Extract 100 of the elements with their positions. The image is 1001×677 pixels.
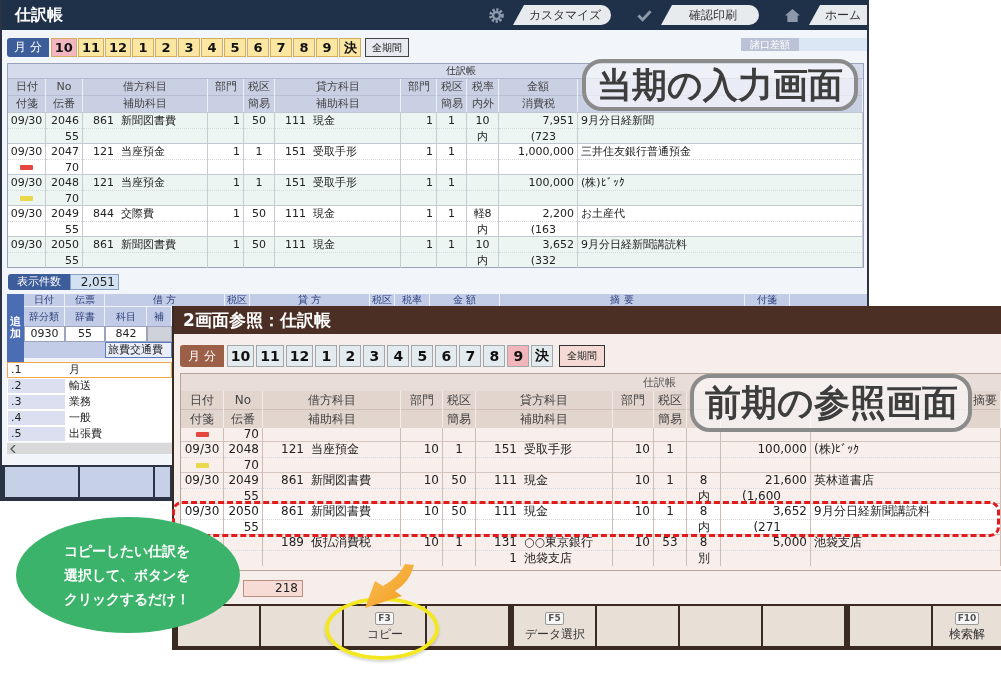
suggestion-item[interactable]: .2 輸送 — [7, 378, 172, 394]
account-name-cell: 現金 — [313, 237, 335, 252]
month-tab[interactable]: 9 — [507, 345, 530, 367]
table-row[interactable]: 09/30 2047 70 121 当座預金 1 1 151 受取手形 1 1 1,000,000 三井住友銀行普通預金 — [8, 143, 863, 174]
month-tab[interactable]: 8 — [483, 345, 506, 367]
subaccount-field[interactable]: 旅費交通費 — [105, 342, 172, 358]
account-code-cell-text: 861 — [92, 113, 114, 128]
function-key[interactable] — [5, 467, 78, 497]
month-tab[interactable]: 12 — [105, 38, 132, 57]
month-tab[interactable]: 10 — [50, 38, 77, 57]
toolbar-tab[interactable]: ホーム — [809, 5, 867, 25]
function-key[interactable] — [850, 606, 931, 646]
suggestion-item[interactable]: .3 業務 — [7, 394, 172, 410]
amount-cell: 7,951 — [542, 113, 574, 128]
month-tab[interactable]: 10 — [226, 345, 255, 367]
toolbar-tab[interactable]: カスタマイズ — [513, 5, 611, 25]
month-tab[interactable]: 4 — [387, 345, 410, 367]
suggestion-item[interactable]: .1 月 — [7, 362, 172, 378]
department-cell: 1 — [233, 113, 240, 128]
table-row[interactable]: 09/30 2046 55 861 新聞図書費 1 50 111 現金 1 1 10 内 7,951 (723 9月分日経新聞 — [8, 112, 863, 143]
month-tab[interactable]: 12 — [285, 345, 314, 367]
month-tab[interactable]: 決 — [339, 38, 362, 57]
account-name-cell: 現金 — [313, 113, 335, 128]
column-header: 消費税 — [521, 97, 555, 110]
function-key[interactable]: F5 データ選択 — [514, 606, 595, 646]
column-header: 簡易 — [248, 97, 270, 110]
all-periods-button[interactable]: 全期間 — [365, 38, 410, 57]
month-tab[interactable]: 4 — [201, 38, 224, 57]
month-tab[interactable]: 5 — [224, 38, 247, 57]
input-field[interactable]: 842 — [105, 326, 147, 342]
department-cell: 1 — [233, 175, 240, 190]
entry-column-header: 日付 — [24, 294, 65, 306]
month-tab[interactable]: 11 — [256, 345, 284, 367]
table-row[interactable]: 09/30 2048 70 121 当座預金 10 1 151 受取手形 10 1 100,000 (株)ﾋﾞｯｸ — [181, 441, 1001, 472]
month-tab[interactable]: 2 — [339, 345, 362, 367]
toolbar-tab[interactable]: 確認印刷 — [661, 5, 759, 25]
table-row[interactable]: 09/30 2048 70 121 当座預金 1 1 151 受取手形 1 1 100,000 (株)ﾋﾞｯｸ — [8, 174, 863, 205]
department-cell: 1 — [233, 206, 240, 221]
column-header: 簡易 — [440, 97, 463, 110]
slip-number-cell: 55 — [65, 253, 79, 268]
month-tab[interactable]: 9 — [316, 38, 339, 57]
tax-code-cell: 53 — [662, 535, 678, 550]
tax-amount-cell: (332 — [530, 253, 556, 268]
column-header: 貸方科目 — [520, 393, 568, 407]
count-field: 2,051 — [70, 274, 119, 290]
account-code-cell-text: 189 — [280, 535, 304, 550]
account-name-cell: 現金 — [524, 504, 548, 519]
month-tab[interactable]: 6 — [435, 345, 458, 367]
slip-number-cell: 55 — [243, 520, 259, 535]
function-key[interactable] — [261, 606, 342, 646]
scroll-left-icon[interactable] — [10, 444, 16, 453]
account-name-cell: 受取手形 — [313, 175, 357, 190]
table-row[interactable]: 09/30 2049 55 844 交際費 1 50 111 現金 1 1 軽8 内 2,200 (163 お土産代 — [8, 205, 863, 236]
column-header: 伝番 — [53, 97, 75, 110]
month-tab[interactable]: 7 — [459, 345, 482, 367]
month-tab[interactable]: 決 — [531, 345, 554, 367]
account-name-cell: 新聞図書費 — [121, 113, 176, 128]
amount-cell: 3,652 — [542, 237, 574, 252]
function-key[interactable] — [80, 467, 153, 497]
month-tab[interactable]: 5 — [411, 345, 434, 367]
all-periods-button[interactable]: 全期間 — [559, 345, 606, 367]
function-key[interactable] — [680, 606, 761, 646]
suggestion-item[interactable]: .4 一般 — [7, 410, 172, 426]
entry-number-cell: 2050 — [228, 504, 259, 519]
month-tab[interactable]: 3 — [178, 38, 201, 57]
month-tab[interactable]: 11 — [77, 38, 104, 57]
table-row[interactable]: 09/30 2050 55 861 新聞図書費 1 50 111 現金 1 1 10 内 3,652 (332 9月分日経新聞講読料 — [8, 236, 863, 267]
function-key[interactable] — [155, 467, 170, 497]
account-name-cell: 現金 — [313, 206, 335, 221]
memo-cell: (株)ﾋﾞｯｸ — [814, 442, 860, 457]
account-code-cell-text: 121 — [280, 442, 304, 457]
month-tab[interactable]: 2 — [155, 38, 178, 57]
tax-code-cell: 1 — [448, 113, 455, 128]
month-tab[interactable]: 1 — [315, 345, 338, 367]
column-header: 借方科目 — [307, 393, 356, 407]
input-field[interactable]: 55 — [65, 326, 105, 342]
month-tab[interactable]: 8 — [293, 38, 316, 57]
account-code-cell-text: 121 — [92, 144, 114, 159]
function-key[interactable] — [427, 606, 508, 646]
account-name-cell: 現金 — [524, 473, 548, 488]
function-key[interactable]: F10 検索解 — [933, 606, 1001, 646]
month-tab[interactable]: 3 — [363, 345, 386, 367]
month-tab[interactable]: 7 — [270, 38, 293, 57]
account-code-cell-text: 861 — [92, 237, 114, 252]
account-name-cell: 仮払消費税 — [311, 535, 371, 550]
horizontal-scrollbar[interactable] — [7, 443, 172, 454]
amount-cell: 100,000 — [528, 175, 574, 190]
function-key[interactable] — [763, 606, 844, 646]
account-code-cell-text: 111 — [284, 206, 306, 221]
table-row[interactable]: 09/30 2049 55 861 新聞図書費 10 50 111 現金 10 1 8 内 21,600 (1,600 英林道書店 — [181, 472, 1001, 503]
month-tab[interactable]: 6 — [247, 38, 270, 57]
memo-cell: (株)ﾋﾞｯｸ — [581, 175, 625, 190]
function-key[interactable] — [597, 606, 678, 646]
function-key[interactable]: F3 コピー — [344, 606, 425, 646]
suggestion-item[interactable]: .5 出張費 — [7, 426, 172, 442]
input-field[interactable]: 0930 — [24, 326, 65, 342]
account-name-cell: 新聞図書費 — [311, 504, 371, 519]
account-code-cell-text: 121 — [92, 175, 114, 190]
month-tab[interactable]: 1 — [132, 38, 155, 57]
slip-number-cell: 55 — [65, 222, 79, 237]
